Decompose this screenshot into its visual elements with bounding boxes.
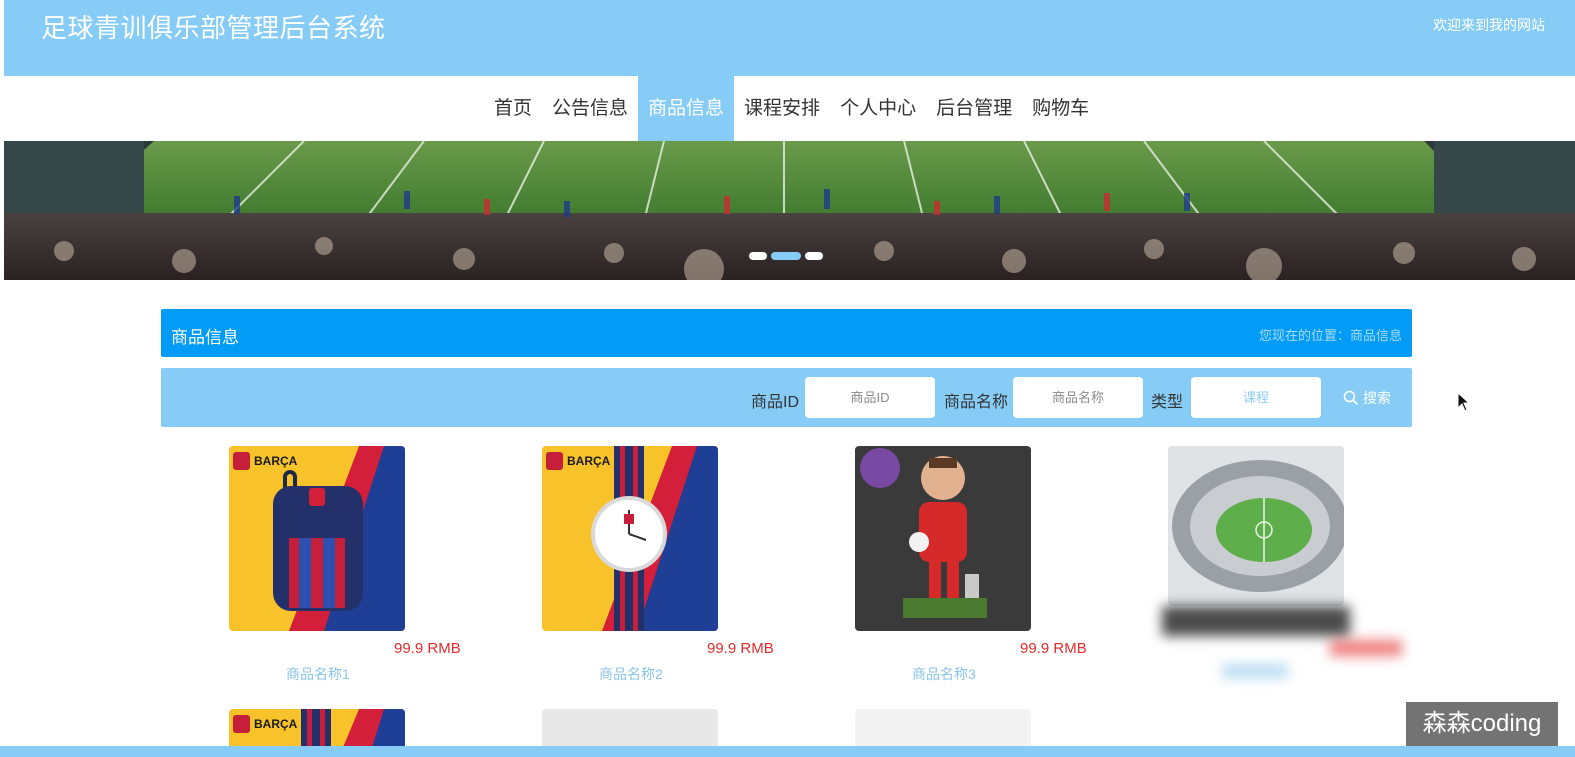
product-price: 99.9 RMB [394, 640, 461, 657]
carousel-dot[interactable] [805, 252, 823, 260]
banner-carousel[interactable] [4, 141, 1575, 280]
product-price: 99.9 RMB [1020, 640, 1087, 657]
product-name[interactable]: 商品名称3 [912, 664, 976, 684]
search-button-label: 搜索 [1363, 390, 1391, 406]
nav-profile[interactable]: 个人中心 [830, 76, 926, 141]
product-name[interactable]: 商品名称1 [286, 664, 350, 684]
main-nav: 首页 公告信息 商品信息 课程安排 个人中心 后台管理 购物车 [4, 76, 1575, 141]
product-name-input[interactable] [1013, 377, 1143, 418]
carousel-dot-active[interactable] [771, 252, 801, 260]
page: 足球青训俱乐部管理后台系统 欢迎来到我的网站 首页 公告信息 商品信息 课程安排… [0, 0, 1575, 757]
type-label: 类型 [1151, 394, 1184, 411]
product-id-input[interactable] [805, 377, 935, 418]
section-title: 商品信息 [171, 328, 239, 347]
backpack-image[interactable]: BARÇA [229, 446, 405, 631]
mouse-cursor-icon [1457, 392, 1471, 412]
blur-overlay [1330, 640, 1402, 656]
product-name-label: 商品名称 [944, 394, 1009, 411]
bottom-bar [0, 746, 1575, 757]
section-header: 商品信息 您现在的位置：商品信息 [161, 309, 1412, 357]
header: 足球青训俱乐部管理后台系统 欢迎来到我的网站 [4, 0, 1575, 76]
welcome-text: 欢迎来到我的网站 [1433, 17, 1545, 33]
search-icon [1343, 390, 1359, 406]
brand-label: BARÇA [254, 454, 298, 468]
product-id-label: 商品ID [751, 394, 800, 411]
breadcrumb: 您现在的位置：商品信息 [1258, 328, 1402, 343]
search-bar: 商品ID 商品名称 类型 课程 搜索 [161, 368, 1412, 427]
carousel-dot[interactable] [749, 252, 767, 260]
blur-overlay [1162, 606, 1350, 636]
watermark: 森森coding [1406, 702, 1558, 746]
brand-label: BARÇA [567, 454, 611, 468]
search-button[interactable]: 搜索 [1343, 388, 1391, 408]
type-select[interactable]: 课程 [1191, 377, 1321, 418]
site-title: 足球青训俱乐部管理后台系统 [41, 13, 386, 43]
nav-cart[interactable]: 购物车 [1022, 76, 1099, 141]
nav-admin[interactable]: 后台管理 [926, 76, 1022, 141]
blur-overlay [1222, 664, 1288, 678]
product-name[interactable]: 商品名称2 [599, 664, 663, 684]
brand-label: BARÇA [254, 717, 298, 731]
carousel-indicators [749, 252, 823, 260]
nav-home[interactable]: 首页 [484, 76, 542, 141]
nav-courses[interactable]: 课程安排 [734, 76, 830, 141]
stadium-image[interactable] [1168, 446, 1344, 606]
nav-products[interactable]: 商品信息 [638, 76, 735, 141]
watch-image[interactable]: BARÇA [542, 446, 718, 631]
figurine-image[interactable] [855, 446, 1031, 631]
product-price: 99.9 RMB [707, 640, 774, 657]
nav-notices[interactable]: 公告信息 [542, 76, 638, 141]
